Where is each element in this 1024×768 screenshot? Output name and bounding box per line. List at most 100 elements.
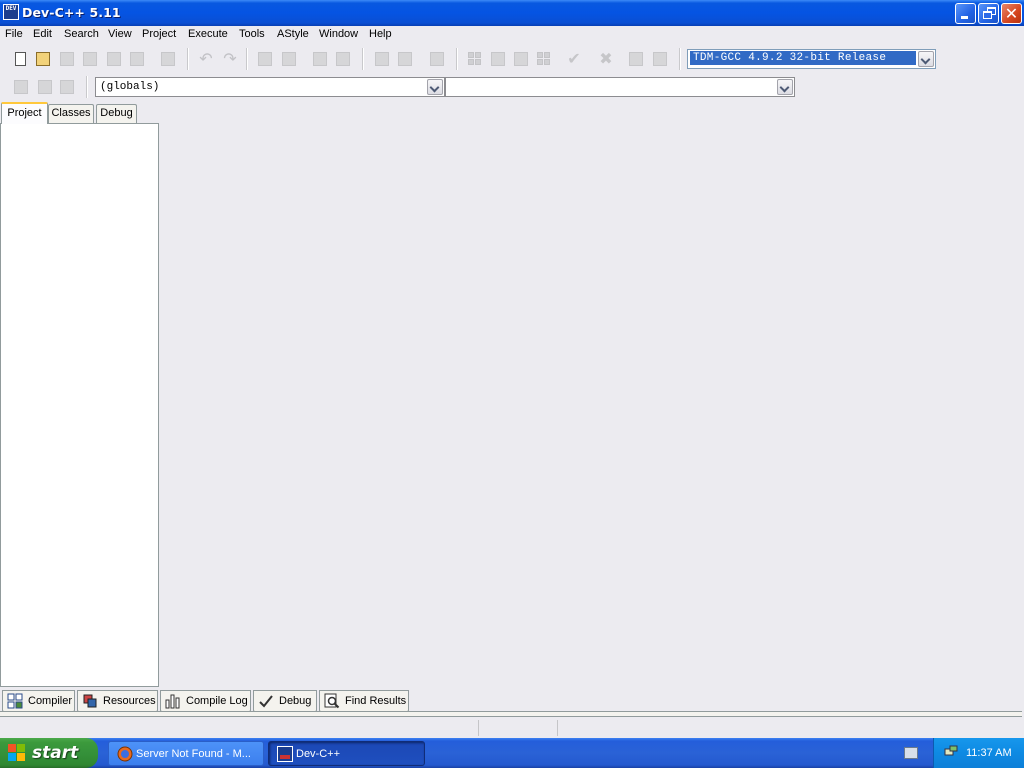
indent-button[interactable] (372, 49, 392, 69)
find-button[interactable] (255, 49, 275, 69)
menu-project[interactable]: Project (142, 28, 176, 40)
goto-bookmark-icon (60, 80, 74, 94)
profile-button[interactable] (626, 49, 646, 69)
delete-profile-button[interactable] (650, 49, 670, 69)
goto-line-button[interactable] (310, 49, 330, 69)
toggle-bookmark-button[interactable] (35, 77, 55, 97)
save-all-button[interactable] (80, 49, 100, 69)
insert-button[interactable] (11, 77, 31, 97)
menu-view[interactable]: View (108, 28, 132, 40)
compiler-select[interactable]: TDM-GCC 4.9.2 32-bit Release (687, 49, 936, 69)
chevron-down-icon[interactable] (918, 51, 934, 67)
status-bar (0, 717, 1024, 738)
goto-icon (313, 52, 327, 66)
close-file-icon (107, 52, 121, 66)
close-all-button[interactable] (127, 49, 147, 69)
check-icon: ✔ (567, 49, 581, 68)
undo-button[interactable]: ↶ (196, 49, 216, 69)
compile-run-button[interactable] (511, 49, 531, 69)
tab-debug-output[interactable]: Debug (253, 690, 317, 712)
scope-select[interactable]: (globals) (95, 77, 445, 97)
menu-bar: File Edit Search View Project Execute To… (0, 26, 1024, 44)
chevron-down-icon[interactable] (427, 79, 443, 95)
window-title: Dev-C++ 5.11 (22, 5, 121, 20)
task-firefox[interactable]: Server Not Found - M... (108, 741, 264, 766)
menu-edit[interactable]: Edit (33, 28, 52, 40)
toggle-comment-button[interactable] (427, 49, 447, 69)
replace-icon (282, 52, 296, 66)
print-button[interactable] (158, 49, 178, 69)
tab-compile-log-label: Compile Log (186, 695, 248, 707)
menu-window[interactable]: Window (319, 28, 358, 40)
redo-icon: ↷ (223, 49, 237, 68)
open-folder-icon (36, 52, 50, 66)
compile-button[interactable] (465, 49, 485, 69)
firefox-icon (117, 746, 133, 762)
menu-help[interactable]: Help (369, 28, 392, 40)
project-browser[interactable] (0, 123, 159, 687)
windows-flag-icon (8, 744, 26, 762)
status-cell-position (478, 720, 558, 736)
title-bar[interactable]: DEV Dev-C++ 5.11 ✕ (0, 0, 1024, 26)
checkmark-icon (259, 695, 273, 708)
task-devcpp[interactable]: Dev-C++ (268, 741, 425, 766)
tab-debug-output-label: Debug (279, 695, 312, 707)
clock[interactable]: 11:37 AM (966, 747, 1012, 759)
member-select[interactable] (445, 77, 795, 97)
menu-search[interactable]: Search (64, 28, 99, 40)
rebuild-button[interactable] (534, 49, 554, 69)
open-button[interactable] (33, 49, 53, 69)
tab-classes[interactable]: Classes (48, 104, 94, 123)
close-button[interactable]: ✕ (1001, 3, 1022, 24)
minimize-button[interactable] (955, 3, 976, 24)
run-button[interactable] (488, 49, 508, 69)
goto-bookmark-button[interactable] (57, 77, 77, 97)
compile-run-icon (514, 52, 528, 66)
menu-astyle[interactable]: AStyle (277, 28, 309, 40)
close-all-icon (130, 52, 144, 66)
redo-button[interactable]: ↷ (220, 49, 240, 69)
taskbar: start Server Not Found - M... Dev-C++ 11… (0, 738, 1024, 768)
bookmark-button[interactable] (333, 49, 353, 69)
tab-resources[interactable]: Resources (77, 690, 158, 712)
keyboard-icon[interactable] (904, 747, 918, 759)
unindent-icon (398, 52, 412, 66)
save-button[interactable] (57, 49, 77, 69)
resources-icon (83, 694, 97, 708)
unindent-button[interactable] (395, 49, 415, 69)
tab-compiler[interactable]: Compiler (2, 690, 75, 712)
menu-execute[interactable]: Execute (188, 28, 228, 40)
compiler-select-value: TDM-GCC 4.9.2 32-bit Release (690, 51, 916, 65)
system-tray: 11:37 AM (933, 738, 1024, 768)
syntax-check-button[interactable]: ✔ (564, 49, 584, 69)
undo-icon: ↶ (199, 49, 213, 68)
network-icon[interactable] (944, 745, 958, 759)
restore-button[interactable] (978, 3, 999, 24)
chevron-down-icon[interactable] (777, 79, 793, 95)
replace-button[interactable] (279, 49, 299, 69)
start-button[interactable]: start (0, 738, 98, 768)
save-all-icon (83, 52, 97, 66)
comment-icon (430, 52, 444, 66)
menu-file[interactable]: File (5, 28, 23, 40)
find-icon (258, 52, 272, 66)
devcpp-icon: DEV (3, 4, 19, 20)
tab-compiler-label: Compiler (28, 695, 73, 707)
cancel-x-icon: ✖ (599, 49, 613, 68)
status-cell-message (557, 720, 1017, 736)
new-file-button[interactable] (11, 49, 31, 69)
compile-icon (468, 52, 482, 66)
menu-tools[interactable]: Tools (239, 28, 265, 40)
rebuild-icon (537, 52, 551, 66)
tab-find-results[interactable]: Find Results (319, 690, 409, 712)
close-file-button[interactable] (104, 49, 124, 69)
tab-compile-log[interactable]: Compile Log (160, 690, 251, 712)
compiler-grid-icon (7, 693, 23, 709)
tab-debug[interactable]: Debug (96, 104, 137, 123)
new-file-icon (15, 52, 26, 66)
stop-execution-button[interactable]: ✖ (596, 49, 616, 69)
toggle-bookmark-icon (38, 80, 52, 94)
minimize-icon (961, 16, 968, 19)
indent-icon (375, 52, 389, 66)
tab-project[interactable]: Project (1, 102, 48, 124)
